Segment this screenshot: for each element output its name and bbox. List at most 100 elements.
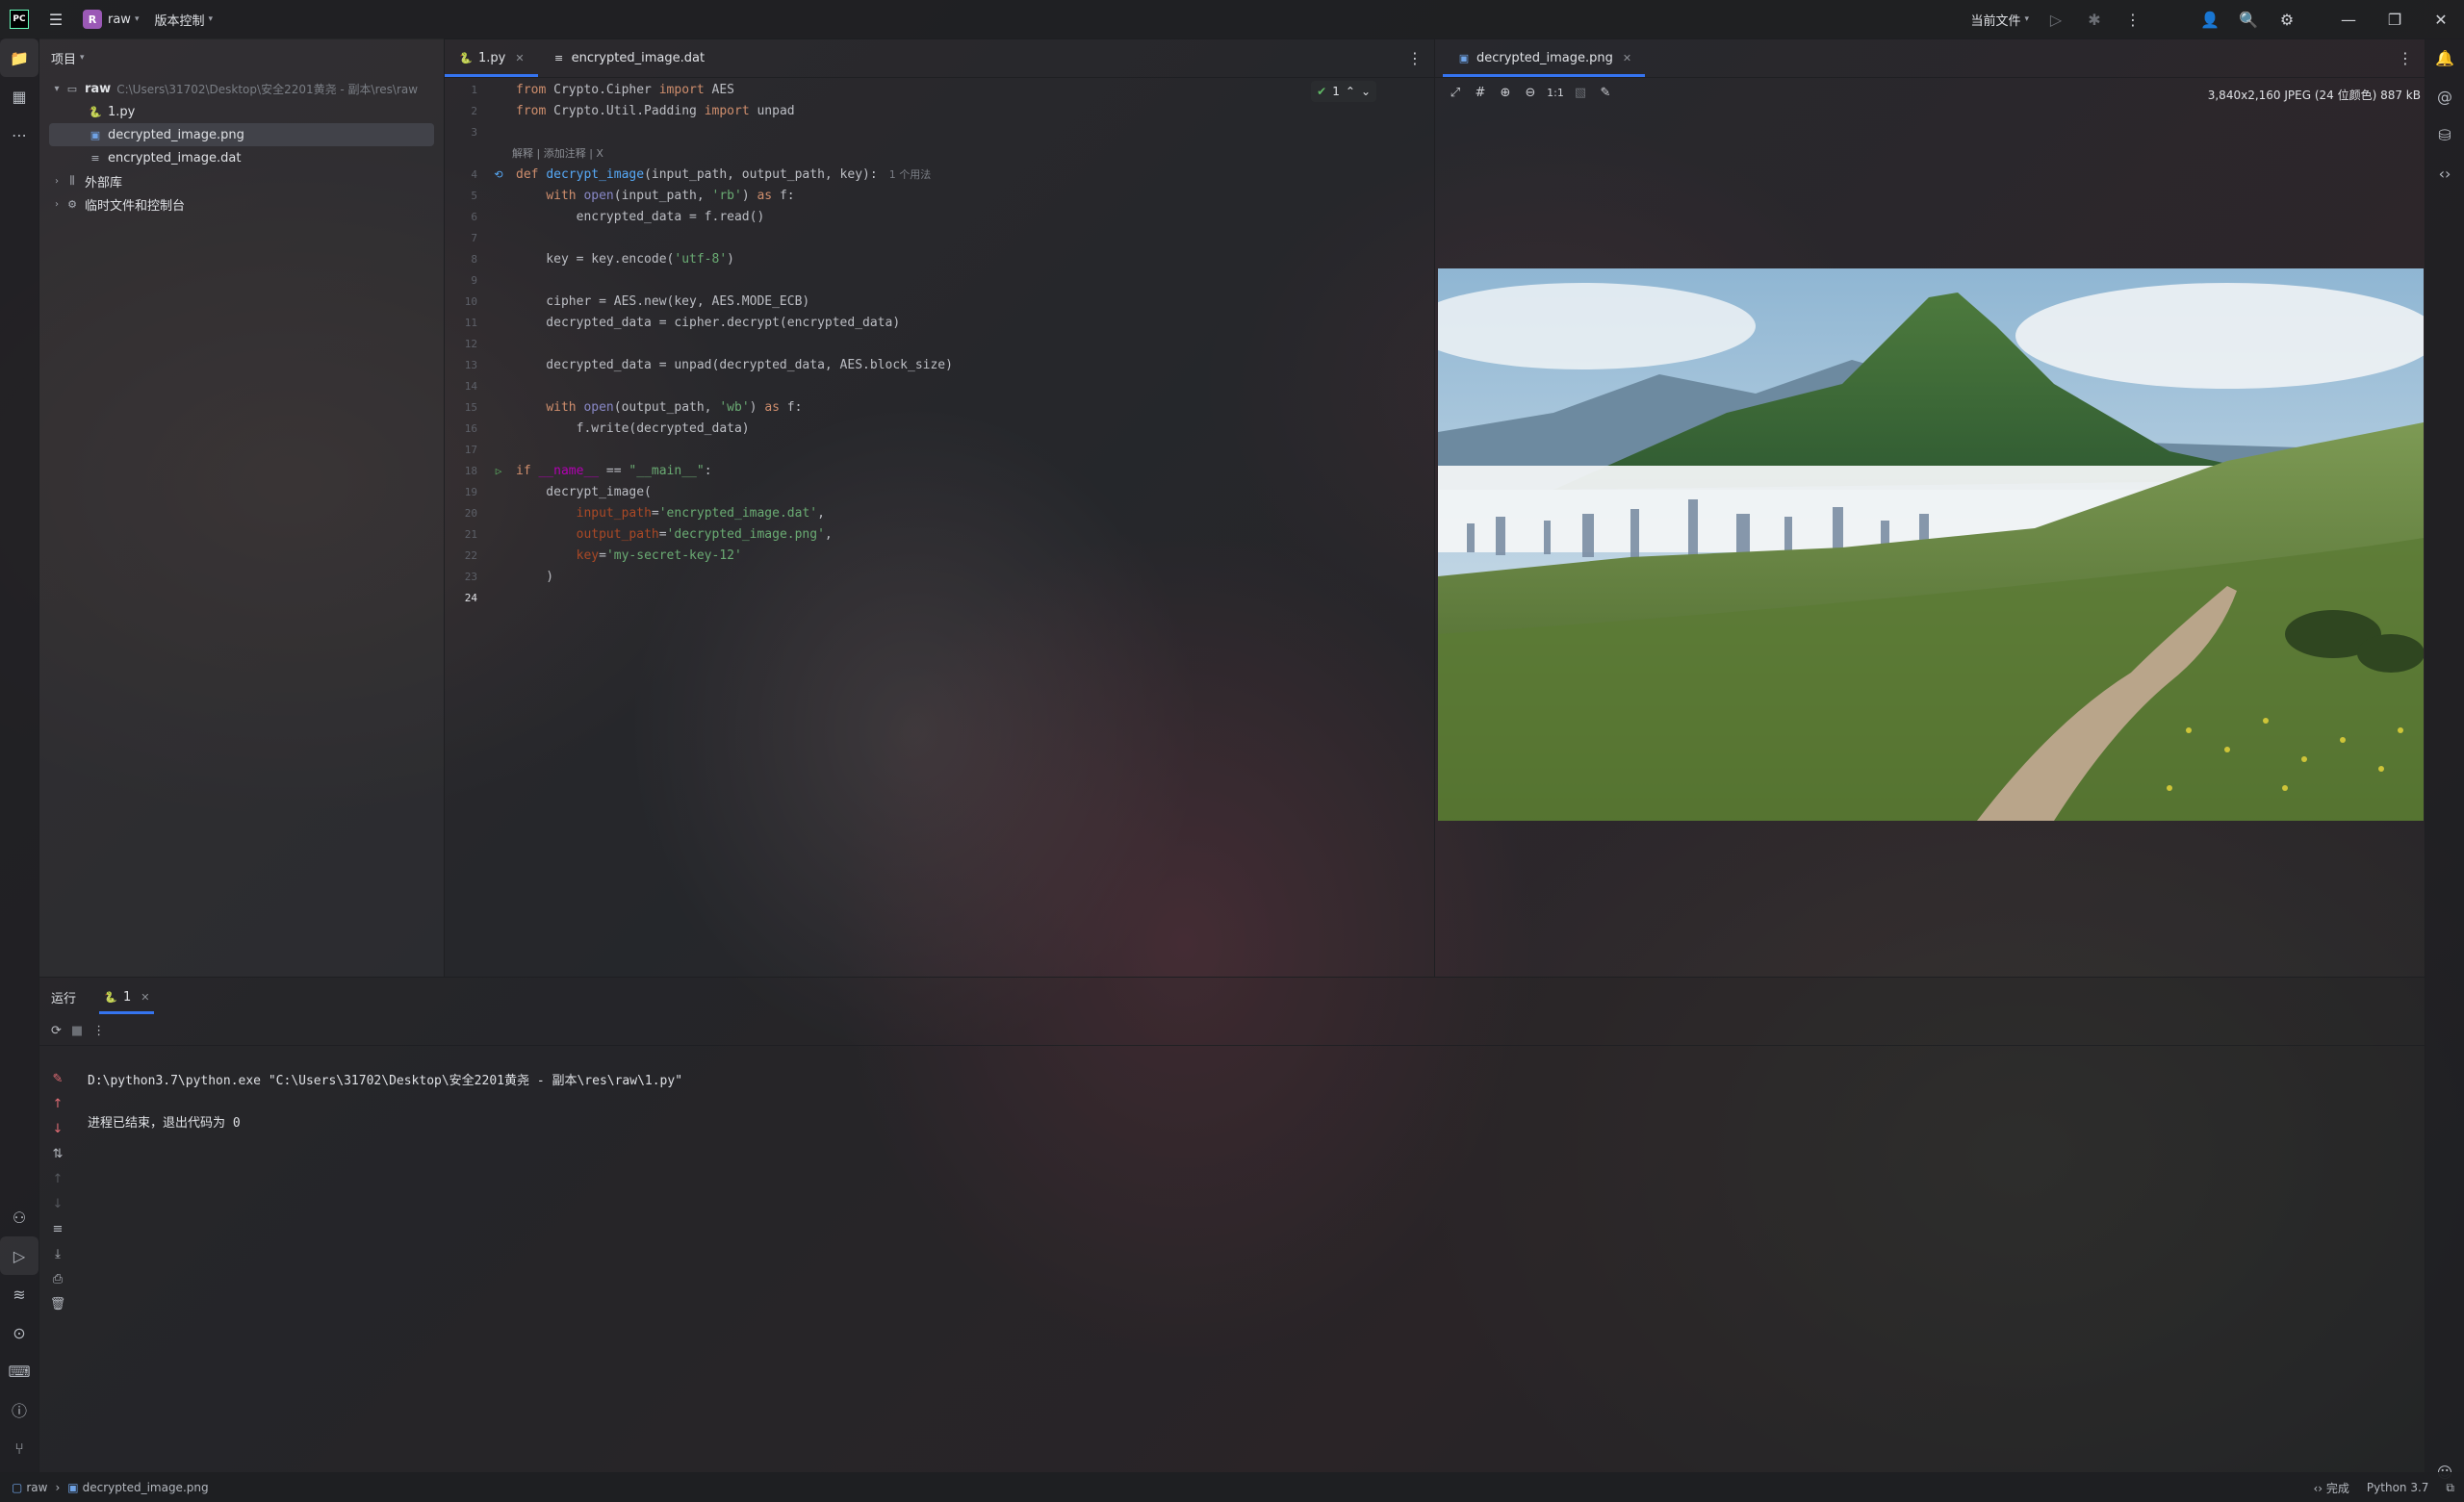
add-user-icon[interactable]: 👤 [2191,0,2229,38]
project-folder-icon[interactable]: 📁 [0,38,38,77]
tree-scratches[interactable]: › ⚙ 临时文件和控制台 [39,192,444,216]
code-line: 22 key='my-secret-key-12' [464,547,742,563]
tree-root-folder[interactable]: ▾ ▭ raw C:\Users\31702\Desktop\安全2201黄尧 … [39,77,444,100]
project-name: raw [108,12,131,27]
scratches-label: 临时文件和控制台 [85,198,186,214]
fit-to-window-icon[interactable]: ⤢ [1445,82,1466,103]
image-file-icon: ▣ [90,128,101,141]
structure-icon[interactable]: ▦ [0,77,38,115]
tab-label: decrypted_image.png [1476,50,1613,65]
layers-icon[interactable]: ≋ [0,1275,38,1313]
scroll-to-end-icon[interactable]: ⤓ [39,1241,76,1266]
tab-1py[interactable]: 🐍 1.py ✕ [445,38,538,77]
code-line: 24 [464,591,477,604]
run-config-selector[interactable]: 当前文件 ▾ [1963,0,2037,38]
tab-label: encrypted_image.dat [571,50,706,65]
ai-hint-bar[interactable]: 解释 | 添加注释 | X [445,142,1434,164]
run-tool-window: 运行 🐍 1 ✕ ⟳ ■ ⋮ ✎ ↑ ↓ ⇅ ↑ ↓ ≡ ⤓ ⎙ 🗑 D:\py… [39,977,2425,1473]
sort-icon[interactable]: ⇅ [39,1141,76,1166]
problems-icon[interactable]: ⓘ [0,1390,38,1429]
scroll-down-icon[interactable]: ↓ [39,1116,76,1141]
vcs-menu[interactable]: 版本控制 ▾ [146,0,220,38]
expand-arrow-icon[interactable]: ▾ [49,84,64,94]
up-disabled-icon[interactable]: ↑ [39,1166,76,1191]
code-area[interactable]: 1 from Crypto.Cipher import AES 2 from Cry… [445,79,1434,608]
ai-assistant-icon[interactable]: @ [2426,77,2464,115]
terminal-icon[interactable]: ⌨ [0,1352,38,1390]
clear-trash-icon[interactable]: 🗑 [39,1291,76,1316]
tree-external-libraries[interactable]: › ⫼ 外部库 [39,169,444,192]
scroll-up-icon[interactable]: ↑ [39,1091,76,1116]
code-line: 12 [464,337,477,350]
background-toggle-icon[interactable]: ▧ [1570,82,1591,103]
code-with-me-icon[interactable]: ‹› [2426,154,2464,192]
notifications-bell-icon[interactable]: 🔔 [2426,38,2464,77]
tab-encrypted-dat[interactable]: ≡ encrypted_image.dat [538,38,718,77]
python-file-icon: 🐍 [89,105,102,118]
search-icon[interactable]: 🔍 [2229,0,2268,38]
code-line: 8 key = key.encode('utf-8') [471,251,734,267]
close-tab-icon[interactable]: ✕ [1623,52,1631,64]
tree-file-decrypted-image[interactable]: ▣ decrypted_image.png [49,123,434,146]
zoom-in-icon[interactable]: ⊕ [1495,82,1516,103]
console-output[interactable]: D:\python3.7\python.exe "C:\Users\31702\… [88,1068,682,1132]
settings-gear-icon[interactable]: ⚙ [2268,0,2306,38]
main-menu-hamburger-icon[interactable]: ☰ [37,0,75,38]
more-actions-icon[interactable]: ⋮ [2114,0,2152,38]
soft-wrap-icon[interactable]: ≡ [39,1216,76,1241]
stop-icon[interactable]: ■ [71,1024,83,1038]
ai-gutter-icon[interactable]: ⟲ [485,168,512,181]
code-editor-pane: 🐍 1.py ✕ ≡ encrypted_image.dat ⋮ ✔ 1 ⌃ ⌄… [445,38,1435,977]
maximize-window-icon[interactable]: ❐ [2372,0,2418,38]
edit-config-icon[interactable]: ✎ [39,1066,76,1091]
git-branch-icon[interactable]: ⑂ [0,1429,38,1467]
close-tab-icon[interactable]: ✕ [515,52,524,64]
run-icon[interactable]: ▷ [2037,0,2075,38]
rerun-icon[interactable]: ⟳ [51,1024,62,1038]
lock-icon[interactable]: ⧉ [2446,1481,2454,1495]
interpreter-selector[interactable]: Python 3.7 [2367,1481,2429,1494]
tab-decrypted-image[interactable]: ▣ decrypted_image.png ✕ [1443,38,1646,77]
minimize-window-icon[interactable]: — [2325,0,2372,38]
actual-size-button[interactable]: 1:1 [1545,82,1566,103]
python-file-icon: 🐍 [104,990,117,1004]
code-line: 9 [471,273,477,287]
more-tools-icon[interactable]: ⋯ [0,115,38,154]
tree-file-encrypted-dat[interactable]: ≡ encrypted_image.dat [39,146,444,169]
tab-options-icon[interactable]: ⋮ [2386,38,2425,77]
code-line: 2 from Crypto.Util.Padding import unpad [471,103,795,118]
tab-options-icon[interactable]: ⋮ [1396,38,1434,77]
image-info: 3,840x2,160 JPEG (24 位颜色) 887 kB [2207,89,2421,102]
run-tool-icon[interactable]: ▷ [0,1236,38,1275]
breadcrumb-root[interactable]: raw [26,1481,47,1494]
collapse-arrow-icon[interactable]: › [49,176,64,187]
console-command-line: D:\python3.7\python.exe "C:\Users\31702\… [88,1073,683,1088]
project-panel-title: 项目 [51,52,77,67]
project-switcher[interactable]: R raw ▾ [75,0,146,38]
run-tab-1[interactable]: 🐍 1 ✕ [99,978,153,1016]
code-line: 4 ⟲ def decrypt_image(input_path, output_p… [471,167,932,182]
services-icon[interactable]: ⊙ [0,1313,38,1352]
code-line: 13 decrypted_data = unpad(decrypted_data… [464,357,953,372]
debug-icon[interactable]: ✱ [2075,0,2114,38]
breadcrumb-separator-icon: › [55,1481,61,1494]
tree-file-1py[interactable]: 🐍 1.py [39,100,444,123]
run-gutter-icon[interactable]: ▷ [485,465,512,477]
breadcrumb-file[interactable]: decrypted_image.png [83,1481,209,1494]
close-tab-icon[interactable]: ✕ [141,991,149,1004]
project-panel-header[interactable]: 项目 ▾ [39,38,444,77]
code-line: 14 [464,379,477,393]
grid-icon[interactable]: # [1470,82,1491,103]
usage-hint[interactable]: 1 个用法 [889,168,932,181]
close-window-icon[interactable]: ✕ [2418,0,2464,38]
database-icon[interactable]: ⛁ [2426,115,2464,154]
ai-status[interactable]: ‹› 完成 [2313,1480,2348,1496]
python-packages-icon[interactable]: ⚇ [0,1198,38,1236]
color-picker-icon[interactable]: ✎ [1595,82,1616,103]
collapse-arrow-icon[interactable]: › [49,199,64,210]
more-actions-icon[interactable]: ⋮ [92,1024,105,1038]
print-icon[interactable]: ⎙ [39,1266,76,1291]
right-tool-window-bar: 🔔 @ ⛁ ‹› ☺ [2425,38,2464,1482]
zoom-out-icon[interactable]: ⊖ [1520,82,1541,103]
down-disabled-icon[interactable]: ↓ [39,1191,76,1216]
